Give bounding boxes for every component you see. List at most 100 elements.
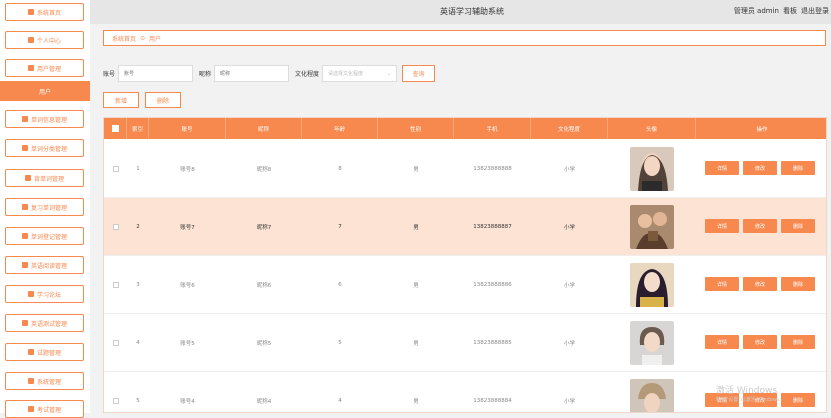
sidebar-item-profile[interactable]: 个人中心 (5, 31, 84, 49)
sidebar-item-reading[interactable]: 英语阅读管理 (5, 256, 84, 274)
account-label: 账号 (103, 71, 116, 78)
cell-education: 小学 (563, 283, 575, 289)
breadcrumb-home[interactable]: 系统首页 (112, 34, 136, 43)
grid-icon (27, 406, 34, 412)
cell-phone: 13823888885 (473, 340, 512, 346)
cell-index: 1 (136, 166, 140, 172)
sidebar-item-home[interactable]: 系统首页 (5, 3, 84, 21)
header-education: 文化程度 (531, 118, 608, 139)
cell-avatar (608, 140, 696, 198)
sidebar-item-exam[interactable]: 考试管理 (5, 400, 84, 418)
header-avatar: 头像 (608, 118, 696, 139)
sidebar-item-word-info[interactable]: 单词信息管理 (5, 110, 84, 128)
cell-gender: 男 (413, 341, 419, 347)
sidebar-item-questions[interactable]: 试题管理 (5, 343, 84, 361)
cell-avatar (608, 372, 696, 412)
user-table: 索引 账号 昵称 年龄 性别 手机 文化程度 头像 操作 1 账号8 昵称8 8… (103, 117, 827, 413)
grid-icon (21, 233, 28, 239)
sidebar-item-label: 单词分类管理 (30, 145, 67, 153)
avatar (630, 321, 674, 365)
sidebar-item-label: 试题管理 (36, 349, 61, 357)
row-select[interactable] (104, 256, 127, 314)
delete-row-button[interactable]: 删除 (781, 161, 815, 175)
cell-gender: 男 (413, 167, 419, 173)
sidebar-item-user[interactable]: 用户 (0, 81, 90, 101)
row-select[interactable] (104, 198, 127, 256)
row-select[interactable] (104, 140, 127, 198)
sidebar-item-word-register[interactable]: 单词登记管理 (5, 227, 84, 245)
header-select-all[interactable] (104, 118, 127, 139)
admin-label: 管理员 admin (733, 7, 779, 15)
chevron-down-icon: ⌄ (386, 70, 392, 77)
delete-button[interactable]: 删除 (145, 92, 181, 108)
nickname-label: 昵称 (199, 71, 212, 78)
sidebar-item-forum[interactable]: 学习论坛 (5, 285, 84, 303)
account-input[interactable] (118, 65, 194, 82)
edit-button[interactable]: 修改 (743, 277, 777, 291)
chat-icon (27, 291, 34, 297)
top-bar: 英语学习辅助系统 管理员 admin 看板 退出登录 (90, 0, 831, 24)
sidebar-item-label: 用户管理 (36, 65, 61, 73)
cell-avatar (608, 256, 696, 314)
sidebar-item-label: 英语阅读管理 (30, 262, 67, 270)
table-row: 1 账号8 昵称8 8 男 13823888888 小学 详情 修改 删除 (104, 140, 826, 198)
row-select[interactable] (104, 372, 127, 412)
header-index: 索引 (127, 118, 149, 139)
checkbox-icon (112, 224, 119, 230)
row-select[interactable] (104, 314, 127, 372)
sidebar-item-word-category[interactable]: 单词分类管理 (5, 139, 84, 157)
edit-button[interactable]: 修改 (743, 161, 777, 175)
edu-select-placeholder: 请选择文化程度 (328, 71, 364, 77)
cell-education: 小学 (563, 225, 575, 231)
checkbox-icon (112, 398, 119, 404)
sidebar-item-review[interactable]: 复习单词管理 (5, 198, 84, 216)
breadcrumb-current: 用户 (149, 35, 162, 43)
cell-age: 8 (338, 166, 342, 172)
sidebar-item-label: 个人中心 (36, 37, 61, 45)
cell-account: 账号6 (180, 283, 195, 289)
user-icon (27, 37, 34, 43)
detail-button[interactable]: 详情 (705, 161, 739, 175)
kanban-link[interactable]: 看板 (783, 7, 797, 15)
sidebar-item-label: 英语测试管理 (30, 320, 67, 328)
delete-row-button[interactable]: 删除 (781, 393, 815, 407)
checkbox-icon (112, 166, 119, 172)
sidebar-item-label: 单词信息管理 (30, 116, 67, 124)
table-row: 2 账号7 昵称7 7 男 13823888887 小学 详情 修改 删除 (104, 198, 826, 256)
cell-index: 2 (136, 224, 140, 230)
delete-row-button[interactable]: 删除 (781, 219, 815, 233)
sidebar-item-system[interactable]: 系统管理 (5, 372, 84, 390)
cell-index: 4 (136, 340, 140, 346)
detail-button[interactable]: 详情 (705, 277, 739, 291)
search-button[interactable]: 查询 (402, 65, 436, 82)
edit-button[interactable]: 修改 (743, 335, 777, 349)
book-icon (21, 204, 28, 210)
edit-button[interactable]: 修改 (743, 219, 777, 233)
delete-row-button[interactable]: 删除 (781, 335, 815, 349)
grid-icon (21, 320, 28, 326)
detail-button[interactable]: 详情 (705, 219, 739, 233)
add-button[interactable]: 新增 (103, 92, 139, 108)
delete-row-button[interactable]: 删除 (781, 277, 815, 291)
cell-nickname: 昵称4 (256, 399, 272, 405)
sidebar-item-test[interactable]: 英语测试管理 (5, 314, 84, 332)
cell-age: 5 (338, 340, 342, 346)
user-icon (24, 175, 31, 181)
breadcrumb: 系统首页 ⊙ 用户 (103, 30, 826, 46)
cell-phone: 13823888886 (473, 282, 512, 288)
nickname-input[interactable] (214, 65, 290, 82)
avatar (630, 263, 674, 307)
header-account: 账号 (149, 118, 226, 139)
logout-link[interactable]: 退出登录 (801, 7, 829, 15)
sidebar-item-memorize[interactable]: 背单词管理 (5, 169, 84, 187)
cell-age: 6 (338, 282, 342, 288)
grid-icon (21, 116, 28, 122)
cell-age: 7 (338, 224, 342, 230)
cell-nickname: 昵称6 (256, 283, 272, 289)
sidebar-item-user-management[interactable]: 用户管理 (5, 59, 84, 77)
sidebar-item-label: 系统管理 (36, 378, 61, 386)
checkbox-icon (112, 282, 119, 288)
edu-select[interactable]: 请选择文化程度 ⌄ (322, 65, 398, 82)
detail-button[interactable]: 详情 (705, 335, 739, 349)
folder-icon (21, 145, 28, 151)
